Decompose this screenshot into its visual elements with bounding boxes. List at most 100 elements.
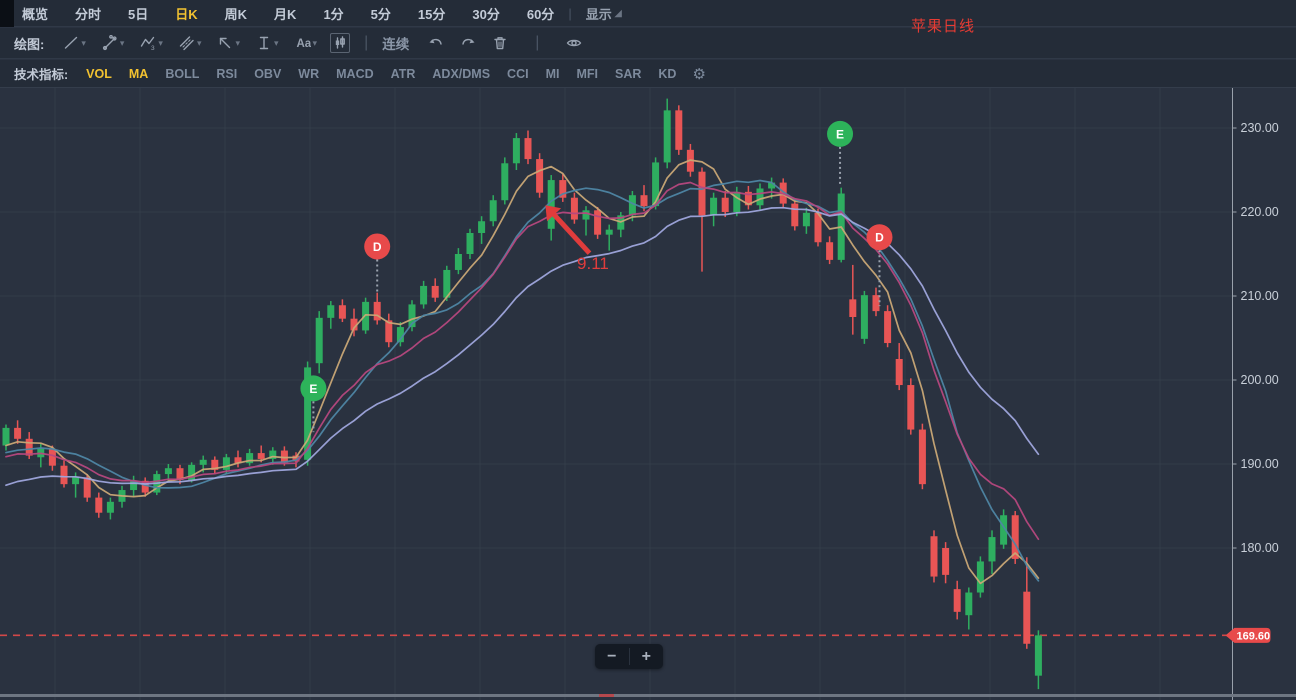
indicator-macd[interactable]: MACD [336,67,374,81]
svg-text:D: D [373,240,382,254]
indicator-adx-dms[interactable]: ADX/DMS [432,67,490,81]
candle [918,423,926,490]
signal-marker-d[interactable]: D [364,233,391,294]
pitchfork-tool[interactable]: ▾ [99,33,128,53]
indicator-ma[interactable]: MA [129,67,148,81]
continuous-draw-toggle[interactable]: 连续 [382,33,409,53]
candle [524,130,532,165]
candle [930,530,938,583]
candle [884,305,892,348]
time-scrollbar[interactable] [0,694,1296,697]
axis-tick-label: 180.00 [1241,541,1279,555]
last-price-tag: 169.60 [1225,627,1271,643]
candle [431,278,439,302]
price-axis[interactable]: 230.00 220.00 210.00 200.00 190.00 180.00 [1232,88,1279,700]
undo-icon[interactable] [425,33,447,53]
period-tab-10[interactable]: 30分 [472,4,499,23]
period-tab-5[interactable]: 周K [225,4,247,23]
text-tool[interactable]: Aa ▾ [292,33,321,53]
zigzag-tool[interactable]: 3 ▾ [137,33,166,53]
period-tabs: 概览 分时 5日 日K 周K 月K 1分 5分 15分 30分 60分 [22,4,554,23]
period-tab-7[interactable]: 1分 [323,4,343,23]
candle [895,343,903,391]
candle [489,195,497,227]
zoom-controls: − + [595,644,663,669]
candle [466,228,474,260]
indicator-mfi[interactable]: MFI [576,67,598,81]
gear-icon[interactable]: ⚙ [692,65,705,83]
channel-tool[interactable]: ▾ [176,33,205,53]
candle [849,264,857,335]
period-tab-2[interactable]: 分时 [75,4,101,23]
candle [582,206,590,236]
indicator-vol[interactable]: VOL [86,67,112,81]
chevron-down-icon: ▾ [119,37,125,48]
zoom-in-button[interactable]: + [630,644,664,669]
candle [14,420,22,444]
chevron-down-icon: ▾ [235,37,240,48]
candle [512,133,520,170]
signal-marker-e[interactable]: E [827,120,854,185]
candle [976,556,984,598]
candle [733,186,741,217]
zoom-out-button[interactable]: − [595,644,629,669]
indicator-rsi[interactable]: RSI [216,67,237,81]
candle [106,497,114,520]
candle [1034,630,1042,690]
candle [605,224,613,251]
candle [60,460,68,488]
chart-canvas: E D E D 9.11 230.00 220.00 210.00 200.00 190.00 18… [0,88,1279,700]
candle [860,290,868,344]
indicator-sar[interactable]: SAR [615,67,641,81]
candle-measure-tool[interactable] [330,33,351,53]
axis-tick-label: 230.00 [1241,121,1279,135]
chevron-down-icon: ▾ [196,37,202,48]
candle [756,183,764,211]
line-tool[interactable]: ▾ [60,33,89,53]
candle [454,248,462,275]
candlesticks [2,98,1042,690]
axis-tick-label: 220.00 [1241,205,1279,219]
svg-text:3: 3 [151,45,155,51]
period-tab-9[interactable]: 15分 [418,4,445,23]
redo-icon[interactable] [457,33,479,53]
drawing-toolbar: 绘图: ▾ ▾ 3 ▾ ▾ ▾ ▾ Aa ▾ | 连续 | [0,28,1296,59]
indicators-label: 技术指标: [14,68,69,82]
toggle-visibility-icon[interactable] [563,33,585,53]
indicator-mi[interactable]: MI [546,67,560,81]
drawing-label: 绘图: [14,36,45,52]
chevron-down-icon: ▾ [81,37,86,48]
chevron-down-icon: ▾ [274,37,279,48]
vertical-range-tool[interactable]: ▾ [253,33,282,53]
chevron-down-icon: ◢ [614,7,622,18]
delete-drawings-icon[interactable] [489,33,511,53]
svg-text:E: E [309,382,317,396]
period-tab-1[interactable]: 概览 [22,4,48,23]
period-tab-3[interactable]: 5日 [128,4,148,23]
candle [744,185,752,210]
period-tab-11[interactable]: 60分 [527,4,554,23]
chevron-down-icon: ▾ [312,37,318,48]
period-tab-6[interactable]: 月K [274,4,296,23]
indicator-kd[interactable]: KD [658,67,676,81]
candle [698,167,706,272]
candle [942,542,950,584]
candle [675,105,683,155]
period-toolbar: 概览 分时 5日 日K 周K 月K 1分 5分 15分 30分 60分 | 显示 ◢ [0,0,1296,27]
arrow-tool[interactable]: ▾ [214,33,243,53]
candle [536,153,544,198]
candle [1023,557,1031,649]
display-menu[interactable]: 显示 ◢ [586,4,622,23]
stock-chart-app: 概览 分时 5日 日K 周K 月K 1分 5分 15分 30分 60分 | 显示 ◢ 绘图: ▾ ▾ 3… [0,0,1296,700]
period-tab-8[interactable]: 5分 [371,4,391,23]
period-tab-4[interactable]: 日K [175,4,197,23]
indicator-atr[interactable]: ATR [391,67,416,81]
indicator-wr[interactable]: WR [298,67,319,81]
toolbar-divider: | [535,34,540,51]
candlestick-chart[interactable]: E D E D 9.11 230.00 220.00 210.00 200.00 190.00 18… [0,88,1296,700]
indicator-cci[interactable]: CCI [507,67,529,81]
indicator-toolbar: 技术指标: VOL MA BOLL RSI OBV WR MACD ATR ADX/DMS CCI… [0,60,1296,88]
indicator-boll[interactable]: BOLL [165,67,199,81]
indicator-obv[interactable]: OBV [254,67,281,81]
svg-text:169.60: 169.60 [1237,630,1271,642]
